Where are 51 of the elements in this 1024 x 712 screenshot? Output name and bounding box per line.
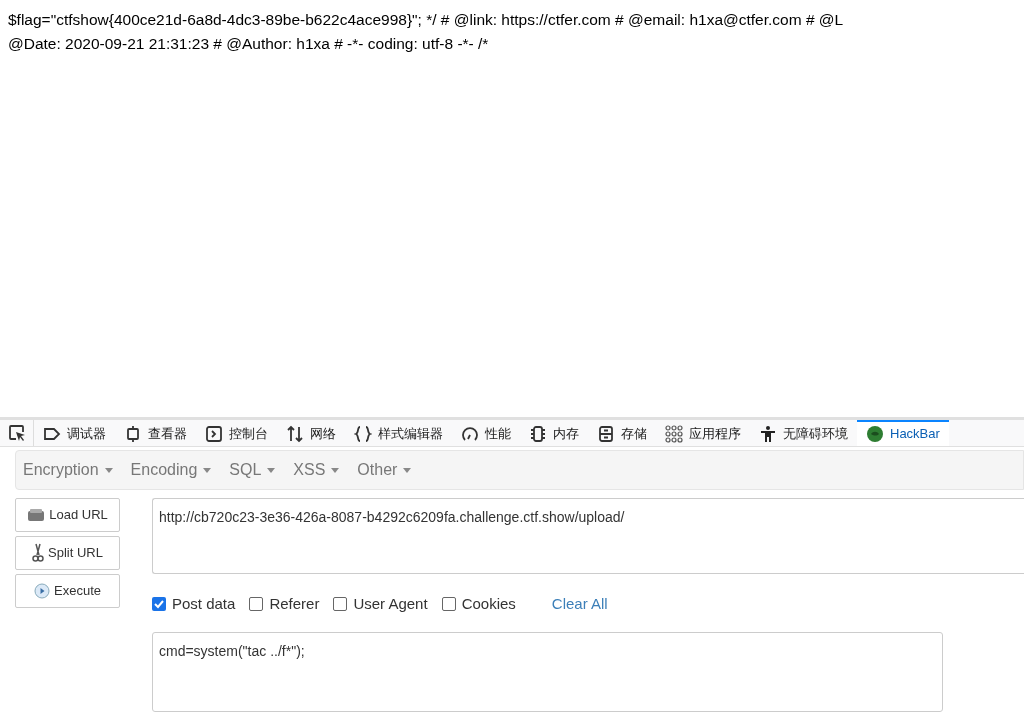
hackbar-logo-icon [866,424,884,443]
checkbox-label: Post data [172,593,236,614]
devtools-tab[interactable]: 调试器 [34,419,115,446]
caret-icon [331,467,340,473]
checkbox[interactable] [152,597,166,611]
menu-dropdown[interactable]: Other [356,458,413,482]
braces-icon [354,424,372,443]
picker-icon [7,423,26,442]
grid-icon [665,424,683,443]
devtools-tab[interactable]: 内存 [520,419,588,446]
person-icon [759,424,777,443]
action-button[interactable]: Execute [15,574,120,608]
gauge-icon [461,424,479,443]
url-field[interactable]: http://cb720c23-3e36-426a-8087-b4292c6209fa.challenge.ctf.show/upload/ [152,498,1024,574]
menu-dropdown[interactable]: XSS [292,458,341,482]
post-data-field[interactable]: cmd=system("tac ../f*"); [152,632,943,712]
caret-icon [104,467,113,473]
drive-icon [27,508,46,522]
arrows-icon [286,424,304,443]
checkbox[interactable] [333,597,348,611]
devtools-tab[interactable]: 查看器 [115,419,196,446]
checkbox-label: User Agent [353,593,428,614]
action-button[interactable]: Load URL [15,498,120,532]
caret-icon [203,467,212,473]
checkbox-label: Cookies [461,593,516,614]
cabinet-icon [597,424,615,443]
console-icon [205,424,223,443]
devtools-tab[interactable]: 应用程序 [656,419,750,446]
checkbox[interactable] [441,597,456,611]
scissors-icon [32,543,45,563]
page-text-line: @Date: 2020-09-21 21:31:23 # @Author: h1xa # -*- coding: utf-8 -*- /* [8,34,489,54]
chip-icon [529,424,547,443]
checkbox-label: Referer [269,593,320,614]
checkbox[interactable] [249,597,264,611]
play-icon [34,583,50,599]
clear-all-link[interactable]: Clear All [551,592,608,616]
devtools-tab[interactable]: 样式编辑器 [345,419,452,446]
devtools-tab[interactable]: 性能 [452,419,520,446]
devtools-tab[interactable]: 网络 [277,419,345,446]
caret-icon [403,467,412,473]
devtools-tab[interactable]: 控制台 [196,419,277,446]
devtools-tab[interactable]: 存储 [588,419,656,446]
page-text-line: $flag="ctfshow{400ce21d-6a8d-4dc3-89be-b622c4ace998}"; */ # @link: https://ctfer.com # @email: h1xa@ctfer.com # @L [8,10,844,30]
devtools-tab[interactable]: 无障碍环境 [750,419,857,446]
menu-dropdown[interactable]: Encryption [22,458,114,482]
menu-dropdown[interactable]: SQL [228,458,277,482]
menu-dropdown[interactable]: Encoding [129,458,213,482]
caret-icon [267,467,276,473]
action-button[interactable]: Split URL [15,536,120,570]
frame-icon [124,424,142,443]
devtools-tab[interactable]: HackBar [857,419,949,446]
